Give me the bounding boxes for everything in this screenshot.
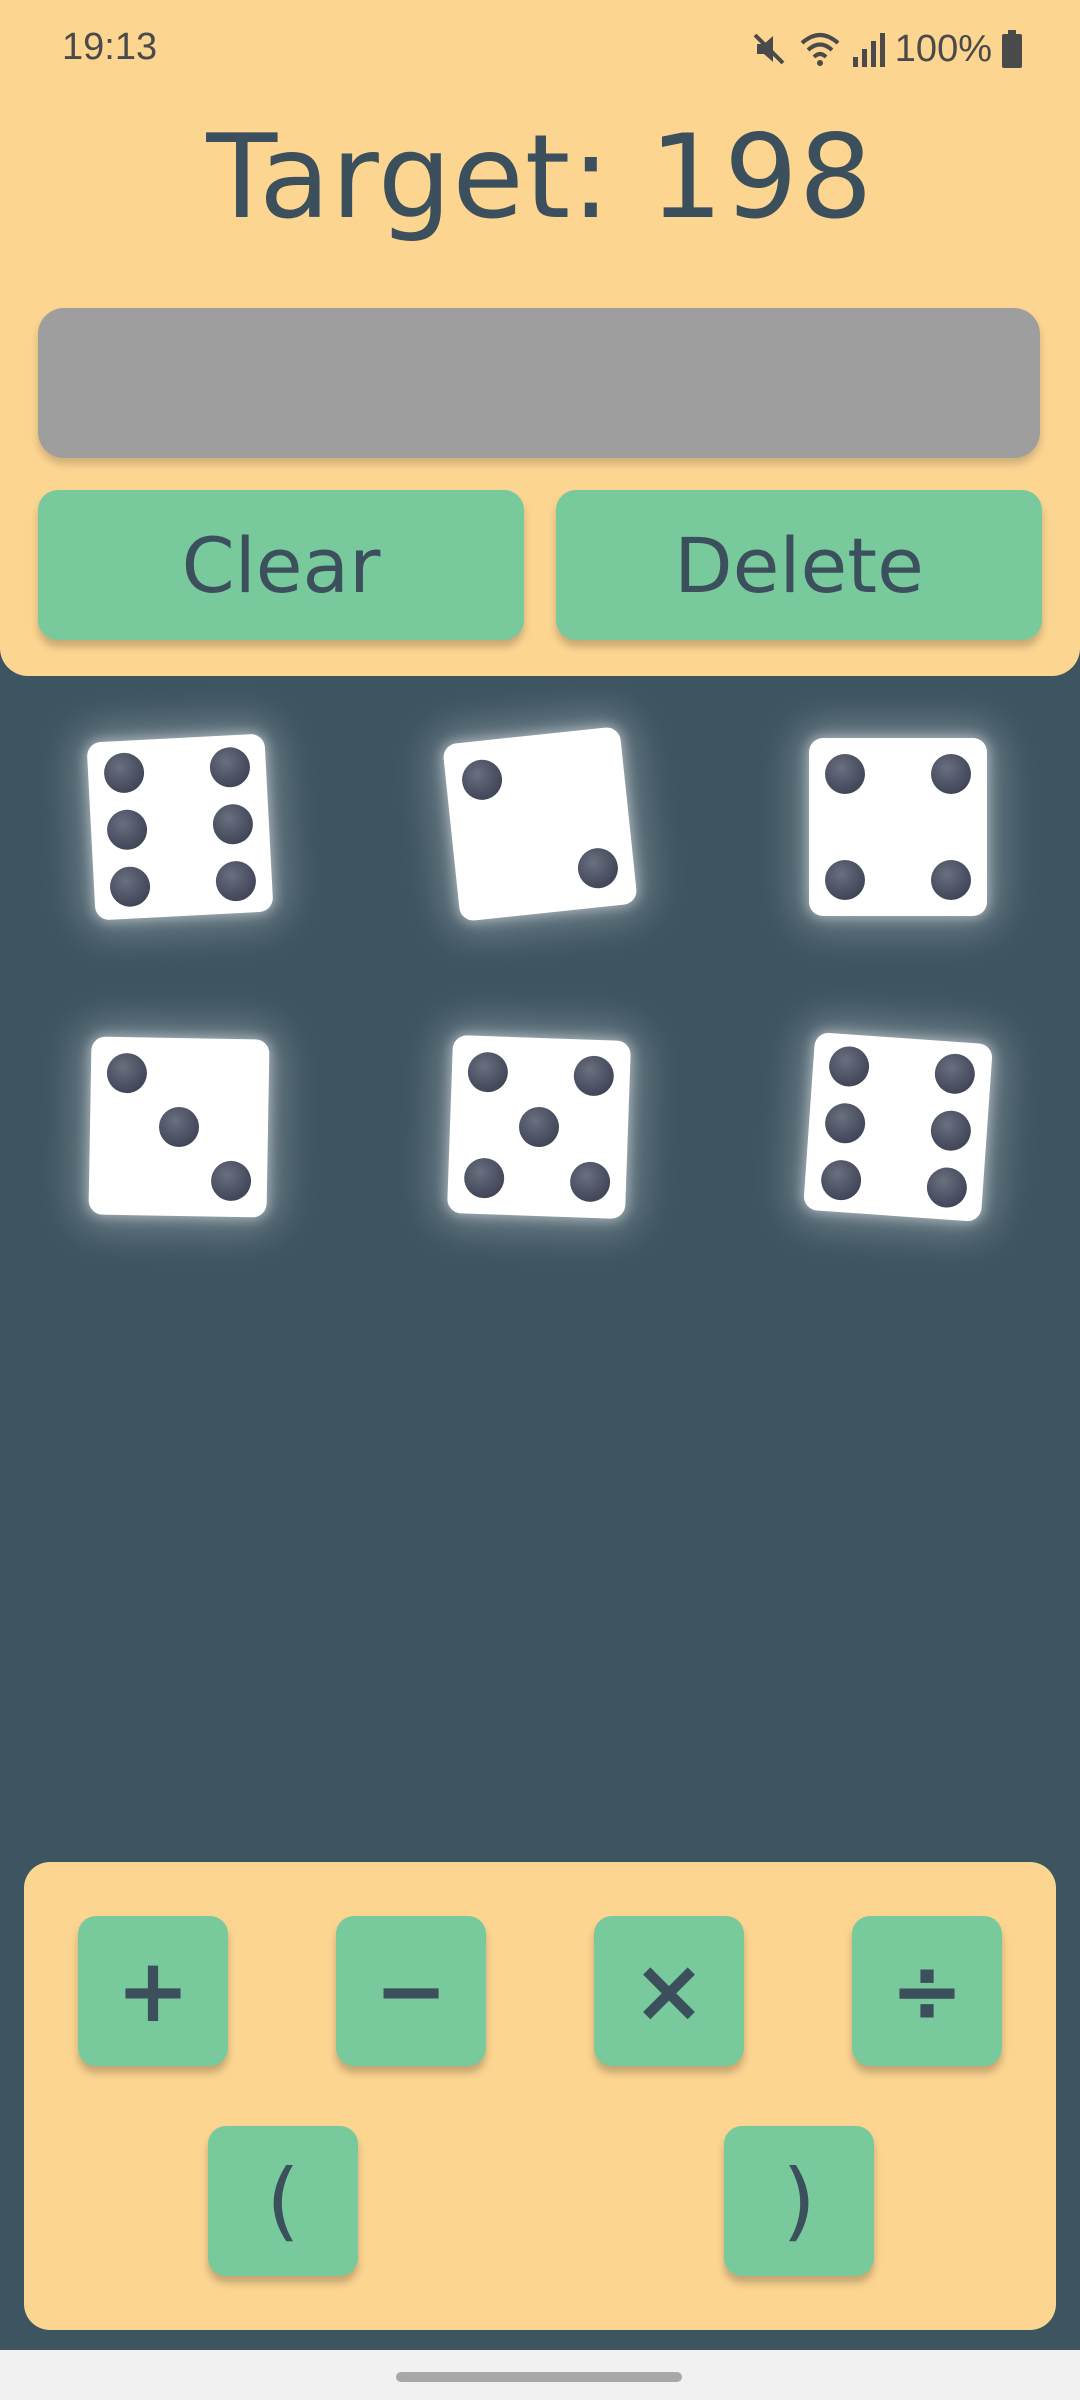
die-3[interactable]: [809, 738, 987, 916]
close-paren-symbol: ): [782, 2151, 816, 2251]
status-time: 19:13: [62, 26, 158, 68]
close-paren-button[interactable]: ): [724, 2126, 874, 2276]
multiply-button[interactable]: ×: [594, 1916, 744, 2066]
navigation-bar: [0, 2350, 1080, 2400]
minus-button[interactable]: −: [336, 1916, 486, 2066]
wifi-icon: [800, 33, 840, 66]
die-pip: [929, 1109, 973, 1153]
die-pip: [463, 1157, 505, 1200]
die-pip: [459, 758, 504, 802]
plus-symbol: +: [116, 1939, 190, 2042]
die-pip: [823, 1101, 867, 1145]
divide-symbol: ÷: [890, 1939, 964, 2042]
die-2[interactable]: [442, 726, 638, 922]
target-title: Target: 198: [206, 110, 874, 245]
die-pip: [106, 1052, 147, 1094]
multiply-symbol: ×: [632, 1939, 706, 2042]
die-pip: [215, 860, 258, 903]
mute-icon: [753, 33, 785, 65]
die-pip: [211, 1160, 252, 1202]
die-pip: [931, 753, 972, 794]
open-paren-button[interactable]: (: [208, 2126, 358, 2276]
die-pip: [576, 845, 621, 890]
die-pip: [518, 1106, 560, 1148]
die-pip: [102, 751, 145, 794]
die-pip: [824, 860, 865, 901]
die-pip: [925, 1166, 969, 1209]
die-pip: [569, 1161, 612, 1203]
divide-button[interactable]: ÷: [852, 1916, 1002, 2066]
die-pip: [209, 746, 252, 789]
die-6[interactable]: [803, 1032, 993, 1222]
status-icons: 100%: [749, 26, 1022, 72]
die-pip: [824, 753, 865, 794]
die-pip: [158, 1106, 200, 1148]
die-5[interactable]: [446, 1034, 632, 1220]
die-pip: [108, 865, 151, 908]
open-paren-symbol: (: [266, 2151, 300, 2251]
status-bar: 19:13 100%: [0, 0, 1080, 100]
signal-icon: [852, 33, 885, 67]
battery-percent: 100%: [894, 27, 992, 70]
top-panel: 19:13 100% Target: 198 Clear Delete: [0, 0, 1080, 676]
die-pip: [212, 803, 255, 846]
clear-button[interactable]: Clear: [38, 490, 524, 640]
die-pip: [827, 1045, 871, 1088]
delete-button[interactable]: Delete: [556, 490, 1042, 640]
die-pip: [105, 808, 148, 851]
expression-display: [38, 308, 1040, 458]
plus-button[interactable]: +: [78, 1916, 228, 2066]
home-handle[interactable]: [396, 2372, 682, 2382]
battery-icon: [1002, 30, 1022, 68]
die-pip: [573, 1054, 615, 1097]
die-pip: [933, 1052, 977, 1096]
die-1[interactable]: [86, 733, 274, 921]
minus-symbol: −: [374, 1939, 448, 2042]
die-pip: [466, 1051, 509, 1093]
die-pip: [819, 1158, 863, 1202]
die-pip: [931, 860, 972, 901]
die-4[interactable]: [88, 1036, 270, 1218]
operators-panel: + − × ÷ ( ): [24, 1862, 1056, 2330]
